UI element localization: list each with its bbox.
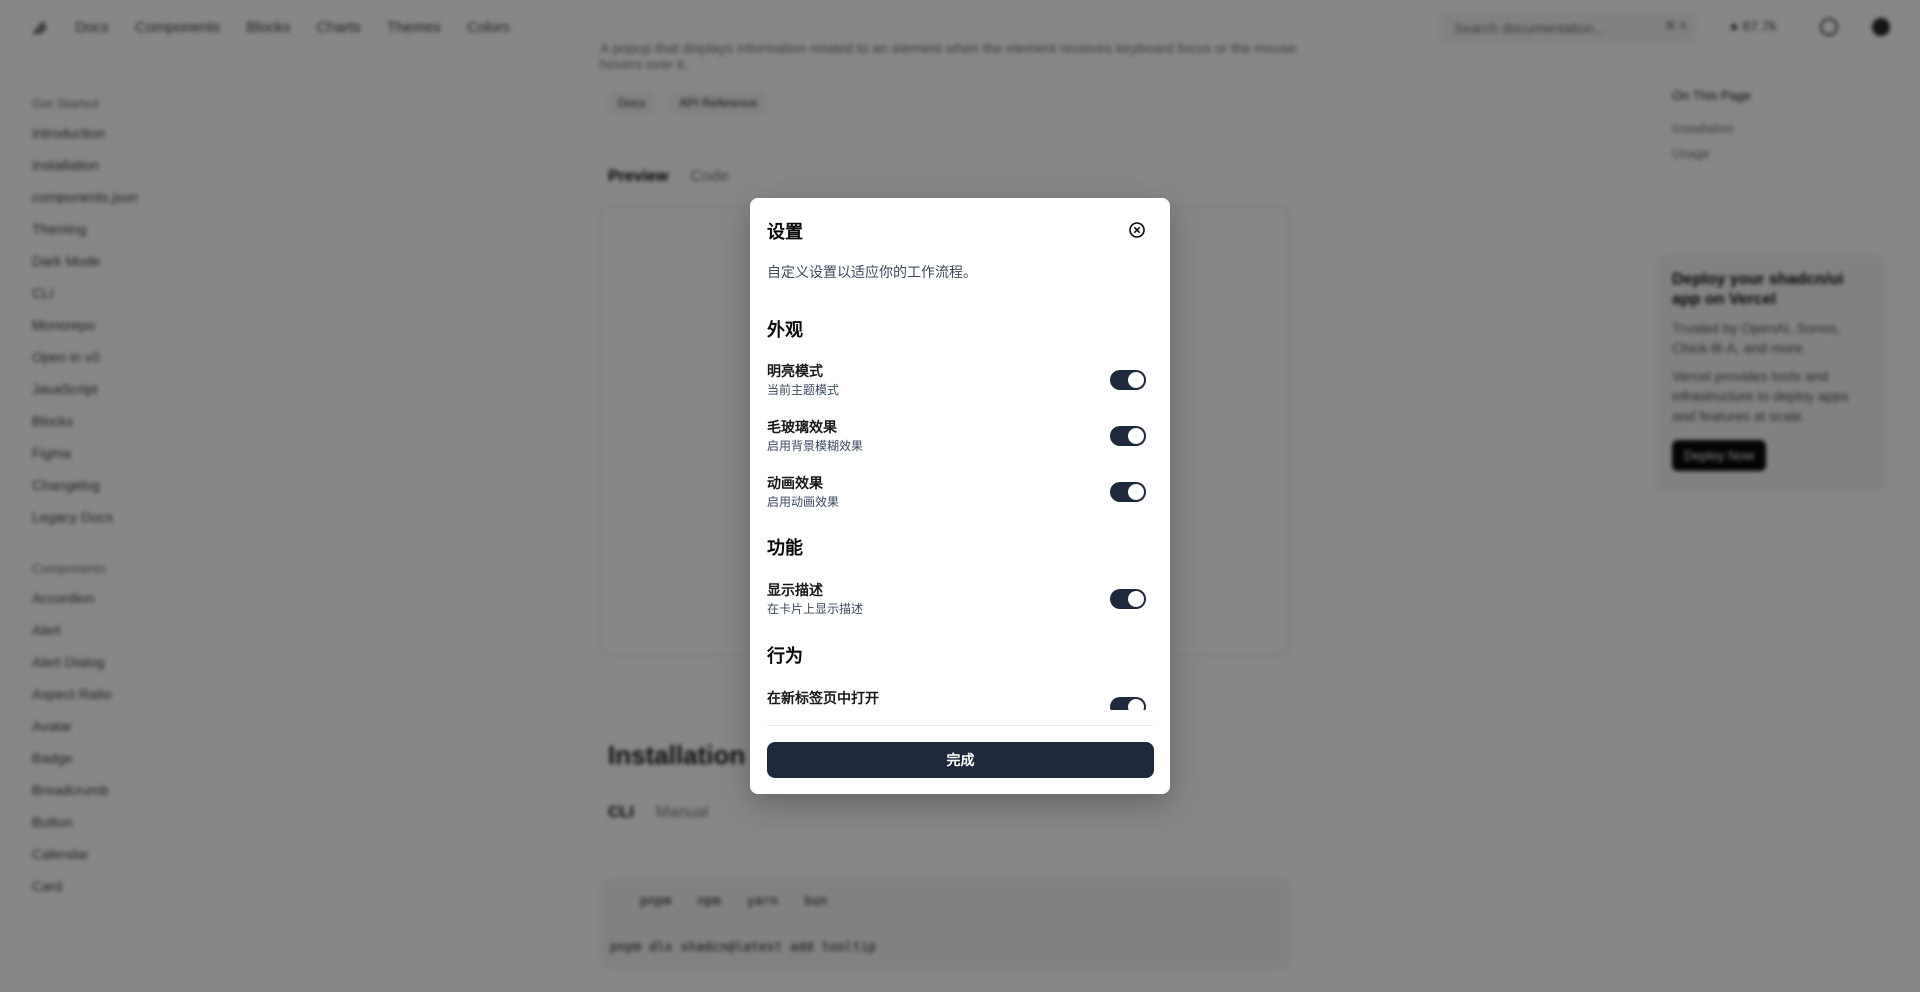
- done-button[interactable]: 完成: [767, 742, 1154, 778]
- toggle-knob: [1128, 591, 1144, 607]
- setting-label: 动画效果: [767, 475, 823, 491]
- setting-row-glass-effect: 毛玻璃效果 启用背景模糊效果: [767, 417, 1153, 457]
- toggle-knob: [1128, 428, 1144, 444]
- section-title-features: 功能: [767, 538, 803, 558]
- settings-scroll-area[interactable]: 外观 明亮模式 当前主题模式 毛玻璃效果 启用背景模糊效果 动画效果 启用动画效…: [750, 198, 1170, 710]
- open-new-tab-toggle[interactable]: [1110, 697, 1146, 710]
- toggle-knob: [1128, 484, 1144, 500]
- animation-toggle[interactable]: [1110, 482, 1146, 502]
- glass-effect-toggle[interactable]: [1110, 426, 1146, 446]
- setting-description: 当前主题模式: [767, 383, 840, 397]
- setting-description: 启用背景模糊效果: [767, 439, 864, 453]
- setting-label: 显示描述: [767, 582, 823, 598]
- section-title-behavior: 行为: [767, 646, 803, 666]
- section-title-appearance: 外观: [767, 320, 803, 340]
- setting-label: 明亮模式: [767, 363, 823, 379]
- setting-label: 毛玻璃效果: [767, 419, 837, 435]
- show-description-toggle[interactable]: [1110, 589, 1146, 609]
- setting-description: 启用动画效果: [767, 495, 840, 509]
- setting-description: 在卡片上显示描述: [767, 602, 864, 616]
- toggle-knob: [1128, 699, 1144, 710]
- footer-divider: [767, 725, 1153, 726]
- setting-row-animation: 动画效果 启用动画效果: [767, 473, 1153, 513]
- setting-row-light-mode: 明亮模式 当前主题模式: [767, 361, 1153, 401]
- setting-row-open-new-tab: 在新标签页中打开: [767, 688, 1153, 710]
- settings-dialog: 设置 自定义设置以适应你的工作流程。 外观 明亮模式 当前主题模式 毛玻璃效果 …: [750, 198, 1170, 794]
- setting-label: 在新标签页中打开: [767, 690, 879, 706]
- light-mode-toggle[interactable]: [1110, 370, 1146, 390]
- toggle-knob: [1128, 372, 1144, 388]
- setting-row-show-description: 显示描述 在卡片上显示描述: [767, 580, 1153, 620]
